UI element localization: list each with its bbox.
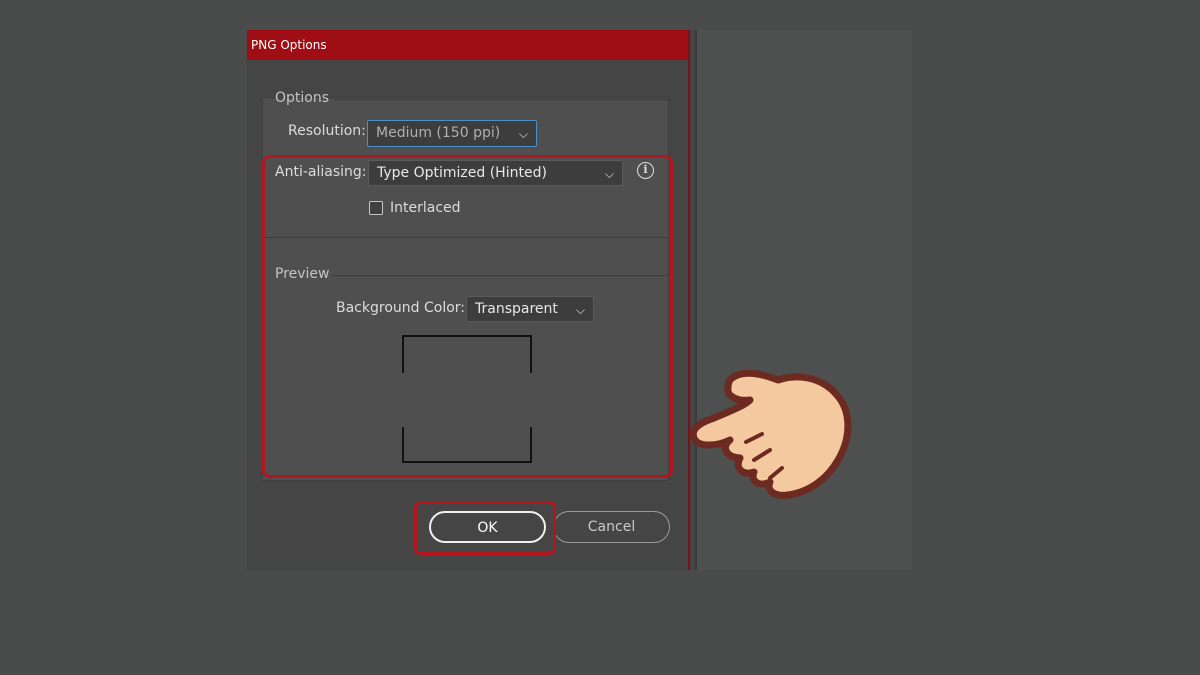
preview-frame-top — [402, 335, 532, 373]
preview-section-label: Preview — [275, 266, 330, 282]
interlaced-checkbox[interactable] — [369, 201, 383, 215]
dialog-title: PNG Options — [247, 30, 689, 60]
preview-canvas — [402, 335, 532, 463]
preview-frame-bottom — [402, 427, 532, 463]
background-color-label: Background Color: — [336, 300, 465, 316]
resolution-label: Resolution: — [288, 123, 366, 139]
antialiasing-dropdown[interactable]: Type Optimized (Hinted) ⌵ — [368, 160, 623, 186]
cancel-button[interactable]: Cancel — [553, 511, 670, 543]
antialiasing-value: Type Optimized (Hinted) — [377, 165, 547, 181]
chevron-down-icon: ⌵ — [604, 167, 614, 181]
resolution-dropdown[interactable]: Medium (150 ppi) ⌵ — [367, 120, 537, 147]
info-icon[interactable]: i — [637, 162, 654, 179]
antialiasing-label: Anti-aliasing: — [275, 164, 367, 180]
chevron-down-icon: ⌵ — [575, 303, 585, 317]
ok-button[interactable]: OK — [429, 511, 546, 543]
screen: PNG Options Options Resolution: Medium (… — [0, 0, 1200, 675]
interlaced-label: Interlaced — [390, 200, 461, 216]
preview-divider — [332, 275, 669, 276]
png-options-dialog: PNG Options Options Resolution: Medium (… — [247, 30, 697, 570]
options-divider — [334, 99, 669, 100]
options-section-label: Options — [275, 90, 330, 106]
section-divider — [263, 237, 669, 238]
background-color-dropdown[interactable]: Transparent ⌵ — [466, 296, 594, 322]
background-color-value: Transparent — [475, 301, 558, 317]
pointing-hand-icon — [689, 369, 852, 499]
resolution-value: Medium (150 ppi) — [376, 125, 501, 141]
chevron-down-icon: ⌵ — [518, 127, 528, 141]
